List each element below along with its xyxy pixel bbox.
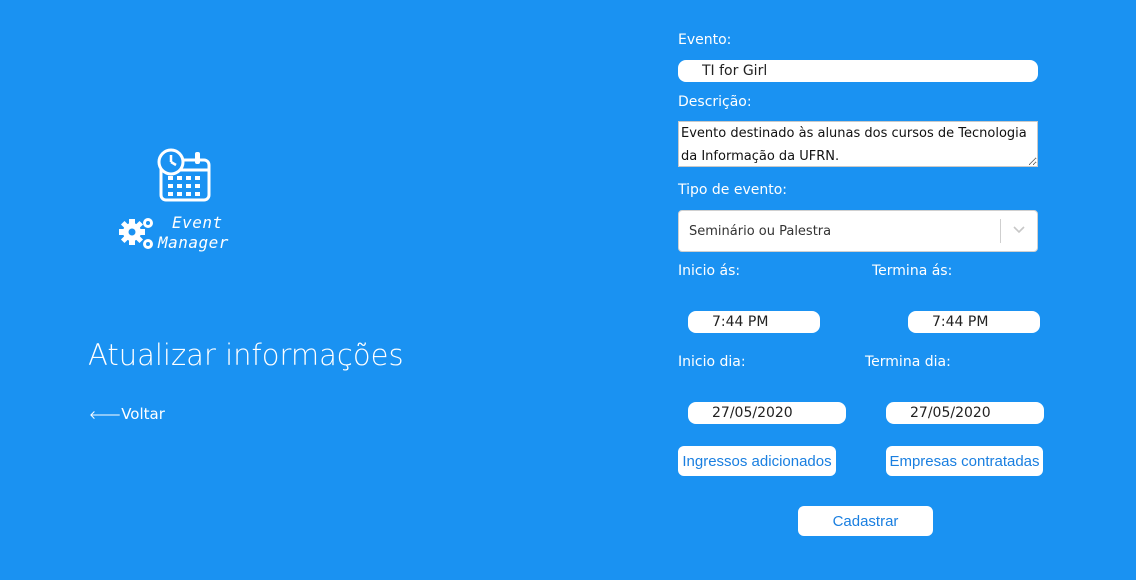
tipo-evento-select[interactable]: Seminário ou Palestra	[678, 210, 1038, 252]
logo-text-manager: Manager	[158, 233, 229, 252]
tipo-evento-value: Seminário ou Palestra	[689, 224, 832, 239]
calendar-clock-icon	[157, 148, 211, 202]
back-arrow-icon: 🡐	[89, 408, 122, 422]
inicio-time-input[interactable]	[688, 311, 820, 333]
termina-date-input[interactable]	[886, 402, 1044, 424]
inicio-dia-label: Inicio dia:	[678, 354, 746, 370]
descricao-label: Descrição:	[678, 94, 752, 110]
empresas-button[interactable]: Empresas contratadas	[886, 446, 1043, 476]
event-manager-logo: Event Manager	[115, 148, 250, 258]
chevron-down-icon	[1013, 226, 1025, 234]
cadastrar-button[interactable]: Cadastrar	[798, 506, 933, 536]
tipo-evento-label: Tipo de evento:	[678, 182, 788, 198]
evento-input[interactable]	[678, 60, 1038, 82]
back-label: Voltar	[121, 405, 165, 423]
termina-dia-label: Termina dia:	[865, 354, 951, 370]
descricao-textarea[interactable]: Evento destinado às alunas dos cursos de…	[678, 121, 1038, 167]
back-link[interactable]: 🡐Voltar	[89, 405, 165, 423]
ingressos-button[interactable]: Ingressos adicionados	[678, 446, 836, 476]
evento-label: Evento:	[678, 32, 732, 48]
page-title: Atualizar informações	[88, 338, 404, 372]
logo-text-event: Event	[172, 213, 223, 232]
select-separator	[1000, 219, 1001, 243]
termina-as-label: Termina ás:	[872, 263, 953, 279]
inicio-date-input[interactable]	[688, 402, 846, 424]
inicio-as-label: Inicio ás:	[678, 263, 741, 279]
termina-time-input[interactable]	[908, 311, 1040, 333]
gears-icon	[119, 218, 153, 249]
